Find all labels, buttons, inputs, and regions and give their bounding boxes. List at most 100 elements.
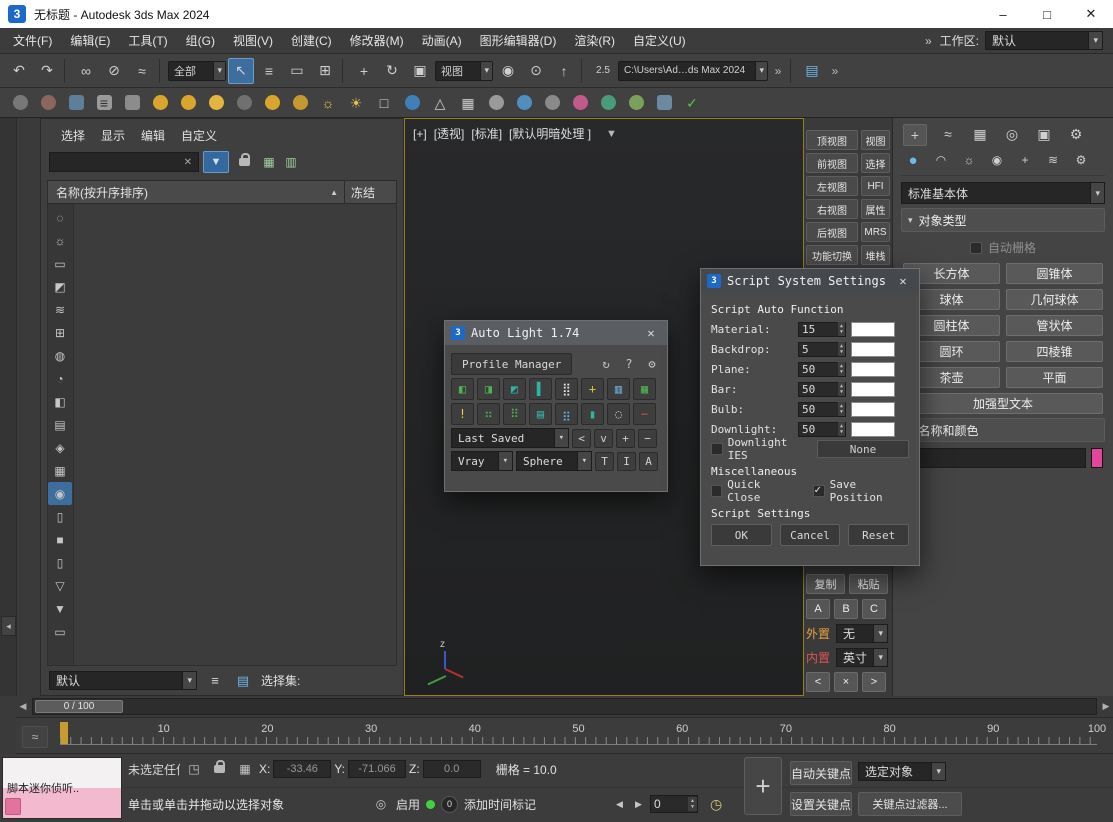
explorer-tab[interactable]: 编辑 (141, 127, 165, 144)
script-settings-title-bar[interactable]: 3 Script System Settings ✕ (701, 269, 919, 293)
explorer-tab[interactable]: 显示 (101, 127, 125, 144)
active-layer-dropdown[interactable]: 默认 (49, 671, 197, 690)
text-plus-button[interactable]: 加强型文本 (903, 393, 1103, 414)
time-tag-icon[interactable]: ◎ (372, 795, 390, 813)
mini-curve-editor-icon[interactable]: ≈ (22, 726, 48, 748)
save-position-checkbox[interactable] (813, 485, 824, 497)
clear-search-icon[interactable]: ✕ (182, 157, 194, 168)
select-and-scale-icon[interactable]: ▣ (407, 58, 433, 84)
menu-item[interactable]: 修改器(M) (341, 28, 413, 53)
primitive-category-dropdown[interactable]: 标准基本体 (901, 182, 1105, 204)
display-monitor-icon[interactable] (652, 91, 676, 115)
primitive-button[interactable]: 平面 (1006, 367, 1103, 388)
autogrid-checkbox[interactable] (970, 242, 982, 254)
ok-button[interactable]: OK (711, 524, 772, 546)
spinner-arrows-icon[interactable] (838, 342, 845, 356)
setting-spinner[interactable]: 50 (798, 382, 846, 397)
wire-cube-icon[interactable]: □ (372, 91, 396, 115)
helpers-category-icon[interactable]: + (1015, 151, 1035, 169)
viewport-nav-mode-button[interactable]: 选择 (861, 153, 890, 173)
y-coordinate-field[interactable]: -71.066 (348, 760, 406, 778)
spinner-arrows-icon[interactable] (838, 322, 845, 336)
frozen-column-header[interactable]: 冻结 (344, 181, 396, 203)
set-key-button[interactable]: 设置关键点 (790, 792, 852, 816)
viewport-nav-mode-button[interactable]: 堆栈 (861, 245, 890, 265)
explorer-tab[interactable]: 自定义 (181, 127, 217, 144)
render-frame-icon[interactable] (64, 91, 88, 115)
light-shape-dropdown[interactable]: Sphere (516, 451, 592, 471)
reference-coordinate-dropdown[interactable]: 视图 (435, 61, 493, 81)
refresh-icon[interactable]: ↻ (597, 355, 615, 373)
viewport-nav-mode-button[interactable]: 属性 (861, 199, 890, 219)
keyboard-shortcut-override-icon[interactable]: ↑ (551, 58, 577, 84)
explorer-tab[interactable]: 选择 (61, 127, 85, 144)
color-swatch[interactable] (851, 402, 895, 417)
blue-drop-icon[interactable] (512, 91, 536, 115)
utilities-tab-icon[interactable]: ⚙ (1065, 124, 1087, 144)
color-swatch[interactable] (851, 342, 895, 357)
open-container-icon[interactable]: ▤ (799, 58, 825, 84)
layer-stack-icon[interactable]: ≡ (205, 672, 225, 690)
slot-b-button[interactable]: B (834, 599, 858, 619)
isolate-selection-icon[interactable]: ◳ (185, 760, 203, 778)
i-button[interactable]: I (617, 452, 636, 471)
close-icon[interactable]: ✕ (641, 326, 661, 340)
gray-sphere-icon[interactable] (232, 91, 256, 115)
collapse-panel-icon[interactable]: ◂ (1, 616, 16, 636)
pick-children-icon[interactable]: ▥ (282, 153, 300, 171)
globe-icon[interactable] (596, 91, 620, 115)
next-button[interactable]: > (862, 672, 886, 692)
gray-drop-icon[interactable] (484, 91, 508, 115)
render-setup-icon[interactable] (36, 91, 60, 115)
spinner-arrows-icon[interactable] (838, 382, 845, 396)
viewport-nav-button[interactable]: 前视图 (806, 153, 858, 173)
cameras-category-icon[interactable]: ◉ (987, 151, 1007, 169)
spot-light-icon[interactable] (148, 91, 172, 115)
snaps-toggle-icon[interactable]: 2.5 (590, 58, 616, 84)
time-slider-handle[interactable]: 0 / 100 (35, 700, 123, 713)
viewport-pov-menu[interactable]: [透视] (434, 125, 465, 142)
menu-item[interactable]: 文件(F) (4, 28, 61, 53)
color-swatch[interactable] (851, 362, 895, 377)
create-tab-icon[interactable]: + (903, 124, 927, 146)
primitive-button[interactable]: 几何球体 (1006, 289, 1103, 310)
minimize-button[interactable]: – (981, 0, 1025, 28)
menu-item[interactable]: 组(G) (177, 28, 224, 53)
page-2-icon[interactable]: ▯ (48, 551, 72, 574)
auto-key-button[interactable]: 自动关键点 (790, 761, 852, 785)
cameras-filter-icon[interactable]: ▭ (48, 252, 72, 275)
profile-manager-button[interactable]: Profile Manager (451, 353, 572, 375)
maxscript-mini-listener[interactable]: 脚本迷你侦听.. (2, 757, 122, 819)
space-warps-category-icon[interactable]: ≋ (1043, 151, 1063, 169)
slot-a-button[interactable]: A (806, 599, 830, 619)
bind-to-space-warp-icon[interactable]: ≈ (129, 58, 155, 84)
shapes-filter-icon[interactable]: ≋ (48, 298, 72, 321)
object-type-rollout-header[interactable]: 对象类型 (901, 208, 1105, 232)
color-swatch[interactable] (851, 382, 895, 397)
z-coordinate-field[interactable]: 0.0 (423, 760, 481, 778)
display-toggle-icon[interactable]: ◌ (48, 206, 72, 229)
auto-light-title-bar[interactable]: 3 Auto Light 1.74 ✕ (445, 321, 667, 345)
explorer-object-list[interactable] (74, 204, 396, 665)
saved-profile-dropdown[interactable]: Last Saved (451, 428, 569, 448)
name-column-header[interactable]: 名称(按升序排序) (56, 184, 148, 201)
preset-9-icon[interactable]: ! (451, 403, 474, 425)
setting-spinner[interactable]: 50 (798, 422, 846, 437)
dome-light-icon[interactable] (176, 91, 200, 115)
viewport-nav-mode-button[interactable]: 视图 (861, 130, 890, 150)
primitive-button[interactable]: 四棱锥 (1006, 341, 1103, 362)
preset-15-icon[interactable]: ◌ (607, 403, 630, 425)
close-button[interactable]: ✕ (1069, 0, 1113, 28)
rect-icon[interactable]: ▭ (48, 620, 72, 643)
preset-6-icon[interactable]: + (581, 378, 604, 400)
window-crossing-toggle-icon[interactable]: ⊞ (312, 58, 338, 84)
bee-icon[interactable] (288, 91, 312, 115)
rectangular-selection-region-icon[interactable]: ▭ (284, 58, 310, 84)
help-icon[interactable]: ? (620, 355, 638, 373)
blue-sphere-icon[interactable] (400, 91, 424, 115)
internal-units-dropdown[interactable]: 英寸 (836, 648, 888, 667)
toolbar-overflow-icon[interactable]: » (770, 58, 786, 84)
ies-none-button[interactable]: None (817, 440, 909, 458)
unlink-selection-icon[interactable]: ⊘ (101, 58, 127, 84)
setting-spinner[interactable]: 50 (798, 402, 846, 417)
